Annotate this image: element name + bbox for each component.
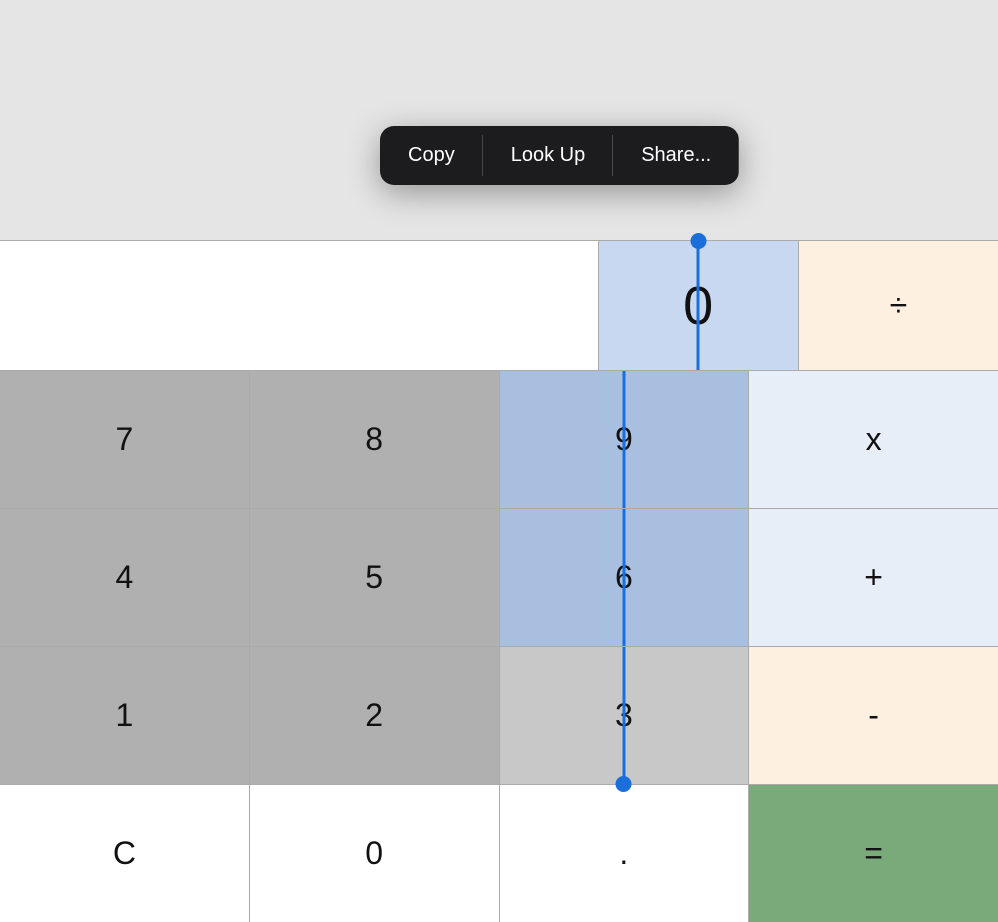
btn-row-4: C 0 . = <box>0 785 998 922</box>
cursor-line-top <box>697 241 700 370</box>
btn-7[interactable]: 7 <box>0 371 250 508</box>
button-grid: 7 8 9 x 4 5 6 + 1 2 3 <box>0 371 998 922</box>
cursor-dot-top <box>690 233 706 249</box>
context-menu-copy[interactable]: Copy <box>380 126 483 185</box>
btn-row-2: 4 5 6 + <box>0 509 998 647</box>
btn-plus[interactable]: + <box>749 509 998 646</box>
btn-clear[interactable]: C <box>0 785 250 922</box>
cursor-dot-bottom <box>616 776 632 792</box>
display-op: ÷ <box>799 241 998 370</box>
btn-5[interactable]: 5 <box>250 509 500 646</box>
context-menu-arrow <box>546 183 574 185</box>
top-area <box>0 0 998 240</box>
btn-dot[interactable]: . <box>500 785 750 922</box>
btn-1[interactable]: 1 <box>0 647 250 784</box>
btn-row-3: 1 2 3 - <box>0 647 998 785</box>
btn-4[interactable]: 4 <box>0 509 250 646</box>
selection-line-6 <box>622 509 625 646</box>
context-menu: Copy Look Up Share... <box>380 126 739 185</box>
btn-6[interactable]: 6 <box>500 509 750 646</box>
btn-8[interactable]: 8 <box>250 371 500 508</box>
display-op-symbol: ÷ <box>890 287 908 324</box>
selection-line-9 <box>622 371 625 508</box>
selection-line-3 <box>622 647 625 784</box>
context-menu-share[interactable]: Share... <box>613 126 739 185</box>
display-selected-cell: 0 <box>599 241 799 370</box>
display-empty <box>0 241 599 370</box>
btn-multiply[interactable]: x <box>749 371 998 508</box>
context-menu-lookup[interactable]: Look Up <box>483 126 614 185</box>
display-row: 0 ÷ <box>0 241 998 371</box>
btn-9[interactable]: 9 <box>500 371 750 508</box>
btn-equals[interactable]: = <box>749 785 998 922</box>
btn-2[interactable]: 2 <box>250 647 500 784</box>
btn-row-1: 7 8 9 x <box>0 371 998 509</box>
btn-minus[interactable]: - <box>749 647 998 784</box>
calculator: 0 ÷ 7 8 9 x 4 5 6 + <box>0 240 998 922</box>
btn-3[interactable]: 3 <box>500 647 750 784</box>
btn-0[interactable]: 0 <box>250 785 500 922</box>
